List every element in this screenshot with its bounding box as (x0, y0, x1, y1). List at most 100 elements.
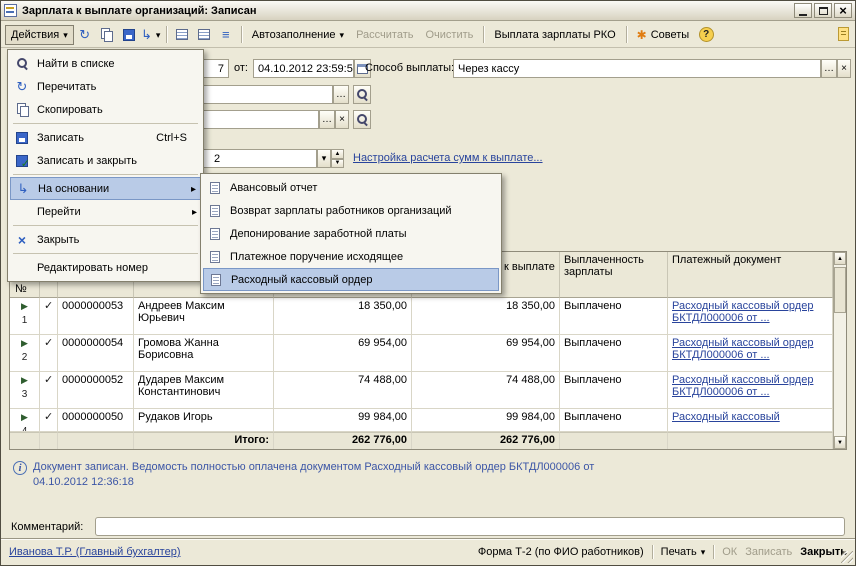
menu-item-label: Найти в списке (37, 58, 115, 70)
submenu-item-advance-report[interactable]: Авансовый отчет (203, 176, 499, 199)
submenu-item-salary-deposit[interactable]: Депонирование заработной платы (203, 222, 499, 245)
tips-button[interactable]: Советы (631, 25, 696, 45)
total-label: Итого: (134, 432, 274, 449)
month-spinner[interactable] (331, 149, 344, 168)
help-button[interactable] (695, 25, 717, 45)
statusbar-buttons: Форма Т-2 (по ФИО работников) Печать ОК … (478, 545, 847, 559)
scrollbar-thumb[interactable] (834, 267, 846, 313)
scroll-up-button[interactable]: ▲ (834, 252, 846, 265)
reread-button[interactable]: ↻ (74, 25, 96, 45)
row-checkbox[interactable] (44, 411, 53, 423)
menu-item-close[interactable]: Закрыть (10, 228, 201, 251)
organization-open-button[interactable] (353, 85, 371, 104)
ok-button[interactable]: ОК (722, 546, 737, 558)
spinner-down-icon[interactable] (331, 159, 344, 169)
minimize-button[interactable] (794, 3, 812, 18)
chevron-down-icon (156, 29, 161, 41)
save-button[interactable] (118, 25, 140, 45)
save-close-icon (13, 155, 31, 167)
close-button[interactable] (834, 3, 852, 18)
menu-item-copy[interactable]: Скопировать (10, 98, 201, 121)
payment-method-select-button[interactable]: … (821, 59, 837, 78)
chevron-down-icon (322, 153, 327, 164)
clear-button[interactable]: Очистить (419, 25, 479, 45)
form-t2-button[interactable]: Форма Т-2 (по ФИО работников) (478, 546, 644, 558)
paid-status-cell: Выплачено (560, 298, 668, 335)
copy-button[interactable] (96, 25, 118, 45)
statusbar-separator (713, 545, 714, 559)
menu-item-go-to[interactable]: Перейти (10, 200, 201, 223)
resize-grip[interactable] (841, 551, 853, 563)
paid-status-cell: Выплачено (560, 372, 668, 409)
payment-doc-link[interactable]: Расходный кассовый ордер БКТДЛ000006 от … (672, 337, 828, 361)
actions-button[interactable]: Действия (5, 25, 74, 45)
ellipsis-icon: … (824, 63, 834, 74)
menu-item-save[interactable]: Записать Ctrl+S (10, 126, 201, 149)
payment-doc-link[interactable]: Расходный кассовый (672, 411, 828, 423)
save-icon (123, 29, 135, 41)
submenu-item-salary-return[interactable]: Возврат зарплаты работников организаций (203, 199, 499, 222)
document-icon (207, 274, 225, 286)
payment-doc-link[interactable]: Расходный кассовый ордер БКТДЛ000006 от … (672, 300, 828, 324)
payment-doc-link[interactable]: Расходный кассовый ордер БКТДЛ000006 от … (672, 374, 828, 398)
status-bar: Иванова Т.Р. (Главный бухгалтер) Форма Т… (1, 538, 855, 565)
window-title: Зарплата к выплате организаций: Записан (22, 5, 792, 17)
employee-code-cell: 0000000053 (58, 298, 134, 335)
table-row[interactable]: 1 0000000053 Андреев Максим Юрьевич 18 3… (10, 298, 833, 335)
lookup-open-button[interactable] (353, 110, 371, 129)
document-icon (206, 228, 224, 240)
save-bottom-button[interactable]: Записать (745, 546, 792, 558)
submenu-arrow-icon (192, 206, 197, 218)
row-checkbox[interactable] (44, 337, 53, 349)
payment-method-label: Способ выплаты: (365, 62, 454, 74)
form-settings-icon[interactable] (838, 27, 849, 41)
organization-select-button[interactable]: … (333, 85, 349, 104)
menu-item-based-on[interactable]: ↳ На основании (10, 177, 201, 200)
responsible-user-link[interactable]: Иванова Т.Р. (Главный бухгалтер) (9, 546, 181, 558)
close-bottom-button[interactable]: Закрыть (800, 546, 847, 558)
structure-button[interactable]: ≡ (215, 25, 237, 45)
info-icon: i (13, 461, 27, 475)
table-row[interactable]: 4 0000000050 Рудаков Игорь 99 984,00 99 … (10, 409, 833, 432)
autofill-button[interactable]: Автозаполнение (246, 25, 350, 45)
date-field[interactable]: 04.10.2012 23:59:59 (253, 59, 354, 78)
scroll-down-button[interactable]: ▼ (834, 436, 846, 449)
list-icon (176, 29, 188, 40)
table-row[interactable]: 3 0000000052 Дударев Максим Константинов… (10, 372, 833, 409)
create-based-on-button[interactable]: ↳ (140, 25, 162, 45)
total-spacer (40, 432, 58, 449)
title-bar: Зарплата к выплате организаций: Записан (1, 1, 855, 21)
row-checkbox[interactable] (44, 300, 53, 312)
submenu-item-label: Расходный кассовый ордер (231, 274, 372, 286)
payment-method-clear-button[interactable]: × (837, 59, 851, 78)
document-icon (206, 251, 224, 263)
payout-settings-link[interactable]: Настройка расчета сумм к выплате... (353, 152, 543, 164)
toolbar-separator (241, 26, 242, 43)
menu-item-reread[interactable]: ↻ Перечитать (10, 75, 201, 98)
vertical-scrollbar[interactable]: ▲ ▼ (833, 252, 846, 449)
pay-rko-button[interactable]: Выплата зарплаты РКО (488, 25, 621, 45)
row-checkbox[interactable] (44, 374, 53, 386)
help-icon (699, 27, 714, 42)
calculate-button[interactable]: Рассчитать (350, 25, 419, 45)
month-dropdown-button[interactable] (317, 149, 331, 168)
payment-method-field[interactable]: Через кассу (453, 59, 821, 78)
spinner-up-icon[interactable] (331, 149, 344, 159)
toolbar-separator (166, 26, 167, 43)
employee-name-cell: Дударев Максим Константинович (134, 372, 274, 409)
list-button[interactable] (171, 25, 193, 45)
pay-rko-button-label: Выплата зарплаты РКО (494, 29, 615, 41)
lookup-select-button[interactable]: … (319, 110, 335, 129)
submenu-item-cash-expense-order[interactable]: Расходный кассовый ордер (203, 268, 499, 291)
submenu-item-outgoing-payment-order[interactable]: Платежное поручение исходящее (203, 245, 499, 268)
table-row[interactable]: 2 0000000054 Громова Жанна Борисовна 69 … (10, 335, 833, 372)
actions-button-label: Действия (11, 29, 59, 41)
print-button[interactable]: Печать (661, 546, 706, 558)
lookup-clear-button[interactable]: × (335, 110, 349, 129)
comment-input[interactable] (95, 517, 845, 536)
maximize-button[interactable] (814, 3, 832, 18)
menu-item-save-and-close[interactable]: Записать и закрыть (10, 149, 201, 172)
menu-item-find-in-list[interactable]: Найти в списке (10, 52, 201, 75)
menu-item-edit-number[interactable]: Редактировать номер (10, 256, 201, 279)
list-settings-button[interactable] (193, 25, 215, 45)
